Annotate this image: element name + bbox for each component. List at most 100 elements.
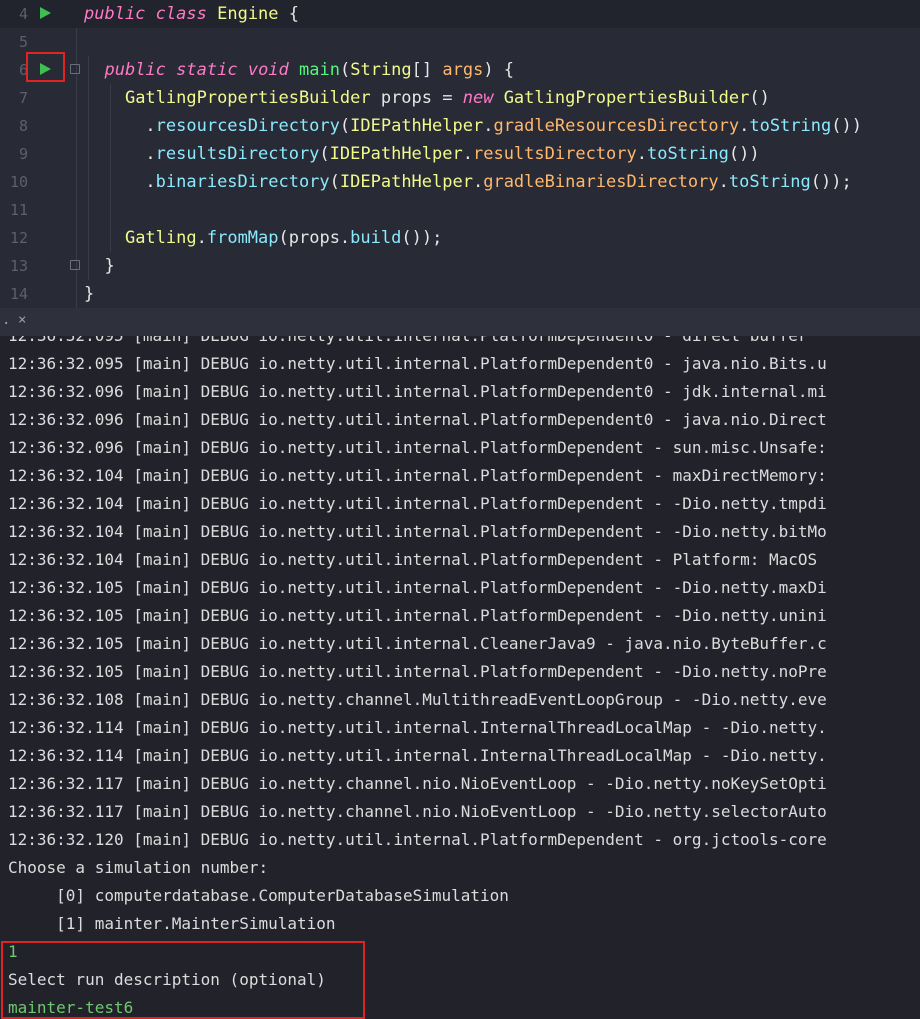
code-token: IDEPathHelper	[329, 144, 463, 164]
code-token: toString	[647, 144, 729, 164]
console-log-line: 12:36:32.117 [main] DEBUG io.netty.chann…	[8, 774, 827, 793]
run-console[interactable]: 12:36:32.095 [main] DEBUG io.netty.util.…	[0, 336, 920, 1019]
code-token: (	[339, 116, 351, 136]
line-number: 11	[9, 201, 28, 219]
code-token: ) {	[483, 60, 515, 80]
console-log-line: 12:36:32.114 [main] DEBUG io.netty.util.…	[8, 718, 827, 737]
code-text: GatlingPropertiesBuilder props = new Gat…	[84, 84, 770, 112]
code-token: .	[718, 172, 729, 192]
code-token: .	[462, 144, 473, 164]
code-line[interactable]: 5	[0, 28, 920, 56]
code-token: ()	[749, 88, 770, 108]
code-token: (	[319, 144, 330, 164]
console-log-line: 12:36:32.104 [main] DEBUG io.netty.util.…	[8, 522, 827, 541]
console-log-line: 12:36:32.096 [main] DEBUG io.netty.util.…	[8, 438, 827, 457]
code-token: fromMap	[206, 228, 279, 248]
code-token: new	[462, 88, 494, 108]
code-token: gradleBinariesDirectory	[483, 172, 719, 192]
code-token: Engine	[217, 4, 279, 24]
run-tab-label[interactable]: .	[2, 312, 10, 328]
code-line[interactable]: 14}	[0, 280, 920, 308]
code-text: .resourcesDirectory(IDEPathHelper.gradle…	[84, 112, 862, 140]
code-token: args	[442, 60, 484, 80]
console-log-line: 12:36:32.105 [main] DEBUG io.netty.util.…	[8, 662, 827, 681]
code-line[interactable]: 7 GatlingPropertiesBuilder props = new G…	[0, 84, 920, 112]
line-number: 4	[18, 5, 28, 23]
line-number: 7	[18, 89, 28, 107]
code-line[interactable]: 10 .binariesDirectory(IDEPathHelper.grad…	[0, 168, 920, 196]
code-token: .	[636, 144, 647, 164]
console-log-line: 12:36:32.108 [main] DEBUG io.netty.chann…	[8, 690, 827, 709]
fold-icon[interactable]	[70, 260, 80, 270]
code-token: Gatling	[124, 228, 197, 248]
code-token: ())	[831, 116, 862, 136]
code-line[interactable]: 13 }	[0, 252, 920, 280]
code-token: []	[411, 60, 443, 80]
line-number: 8	[18, 117, 28, 135]
code-token: build	[350, 228, 402, 248]
code-token: ());	[401, 228, 443, 248]
code-line[interactable]: 11	[0, 196, 920, 224]
code-line[interactable]: 12 Gatling.fromMap(props.build());	[0, 224, 920, 252]
code-token: }	[84, 284, 95, 304]
console-option: [1] mainter.MainterSimulation	[8, 914, 336, 933]
code-editor[interactable]: 4 public class Engine {5 6 public static v…	[0, 0, 920, 308]
code-line[interactable]: 9 .resultsDirectory(IDEPathHelper.result…	[0, 140, 920, 168]
console-log-line: 12:36:32.114 [main] DEBUG io.netty.util.…	[8, 746, 827, 765]
code-token: public	[84, 4, 146, 24]
code-token: (props.	[278, 228, 351, 248]
code-token: ())	[728, 144, 760, 164]
run-main-highlight	[26, 52, 65, 82]
console-option: [0] computerdatabase.ComputerDatabaseSim…	[8, 886, 509, 905]
console-log-line: 12:36:32.104 [main] DEBUG io.netty.util.…	[8, 550, 818, 569]
line-number: 9	[18, 145, 28, 163]
close-icon[interactable]: ×	[18, 312, 26, 328]
fold-icon[interactable]	[70, 64, 80, 74]
code-text: Gatling.fromMap(props.build());	[84, 224, 442, 252]
code-token: void	[247, 60, 289, 80]
code-line[interactable]: 4 public class Engine {	[0, 0, 920, 28]
console-partial-line: 12:36:32.095 [main] DEBUG io.netty.util.…	[8, 336, 808, 350]
line-number: 10	[9, 173, 28, 191]
code-token: props =	[370, 88, 463, 108]
code-token: GatlingPropertiesBuilder	[124, 88, 371, 108]
console-prompt: Choose a simulation number:	[8, 858, 269, 877]
line-number: 6	[18, 61, 28, 79]
code-token: IDEPathHelper	[350, 116, 484, 136]
line-number: 12	[9, 229, 28, 247]
console-log-line: 12:36:32.096 [main] DEBUG io.netty.util.…	[8, 410, 827, 429]
line-number: 14	[9, 285, 28, 303]
code-token: gradleResourcesDirectory	[493, 116, 740, 136]
console-log-line: 12:36:32.104 [main] DEBUG io.netty.util.…	[8, 466, 827, 485]
code-token: IDEPathHelper	[339, 172, 473, 192]
code-token: }	[84, 256, 115, 276]
code-token: .	[196, 228, 207, 248]
line-number: 13	[9, 257, 28, 275]
code-token: String	[350, 60, 412, 80]
code-line[interactable]: 8 .resourcesDirectory(IDEPathHelper.grad…	[0, 112, 920, 140]
code-token: class	[155, 4, 207, 24]
code-token: .	[84, 172, 156, 192]
console-log-line: 12:36:32.105 [main] DEBUG io.netty.util.…	[8, 578, 827, 597]
input-highlight-box	[1, 941, 365, 1019]
console-log-line: 12:36:32.120 [main] DEBUG io.netty.util.…	[8, 830, 827, 849]
code-line[interactable]: 6 public static void main(String[] args)…	[0, 56, 920, 84]
console-log-line: 12:36:32.105 [main] DEBUG io.netty.util.…	[8, 606, 827, 625]
code-token: resourcesDirectory	[155, 116, 340, 136]
code-token: GatlingPropertiesBuilder	[503, 88, 750, 108]
code-token: binariesDirectory	[155, 172, 330, 192]
code-token: static	[176, 60, 238, 80]
code-token: (	[339, 60, 351, 80]
code-text: .binariesDirectory(IDEPathHelper.gradleB…	[84, 168, 851, 196]
code-token: main	[299, 60, 340, 80]
code-token: .	[483, 116, 494, 136]
run-icon[interactable]	[40, 7, 51, 19]
run-tool-tabbar: . ×	[0, 308, 920, 337]
